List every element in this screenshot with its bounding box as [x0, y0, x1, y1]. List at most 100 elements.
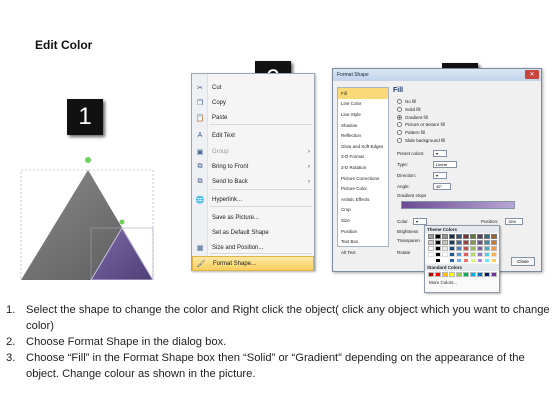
- fill-option-radio[interactable]: Pattern fill: [397, 130, 425, 136]
- category-item[interactable]: Line Style: [338, 109, 388, 120]
- menu-item-edit-text[interactable]: A Edit Text: [192, 128, 314, 143]
- category-item[interactable]: Line Color: [338, 99, 388, 110]
- color-swatch[interactable]: [477, 258, 483, 263]
- color-swatch[interactable]: [491, 272, 497, 277]
- color-swatch[interactable]: [477, 252, 483, 257]
- radio-icon[interactable]: [397, 114, 402, 120]
- more-colors-link[interactable]: More Colors...: [425, 280, 499, 285]
- preset-colors-dropdown[interactable]: ▾: [433, 150, 447, 157]
- radio-icon[interactable]: [397, 130, 402, 136]
- menu-item-bring-to-front[interactable]: ⧉ Bring to Front ›: [192, 159, 314, 174]
- fill-option-radio[interactable]: Solid fill: [397, 106, 421, 112]
- color-swatch[interactable]: [484, 258, 490, 263]
- position-input[interactable]: 15%: [505, 218, 523, 225]
- color-swatch[interactable]: [435, 252, 441, 257]
- color-swatch[interactable]: [477, 240, 483, 245]
- category-item[interactable]: Picture Color: [338, 183, 388, 194]
- color-swatch[interactable]: [442, 252, 448, 257]
- color-swatch[interactable]: [463, 252, 469, 257]
- color-swatch[interactable]: [428, 240, 434, 245]
- category-item[interactable]: Artistic Effects: [338, 194, 388, 205]
- color-swatch[interactable]: [449, 252, 455, 257]
- category-item[interactable]: Text Box: [338, 236, 388, 247]
- rotate-handle[interactable]: [85, 157, 91, 163]
- angle-input[interactable]: 45°: [433, 183, 451, 190]
- color-swatch[interactable]: [470, 252, 476, 257]
- category-item[interactable]: 3-D Rotation: [338, 162, 388, 173]
- color-swatch[interactable]: [435, 272, 441, 277]
- color-swatch[interactable]: [470, 258, 476, 263]
- radio-icon[interactable]: [397, 99, 402, 104]
- color-swatch[interactable]: [491, 258, 497, 263]
- triangle-shapes[interactable]: [20, 155, 156, 280]
- menu-item-format-shape[interactable]: 🖌 Format Shape...: [192, 256, 314, 271]
- category-item[interactable]: Size: [338, 215, 388, 226]
- fill-option-radio[interactable]: Slide background fill: [397, 138, 445, 143]
- category-item[interactable]: Fill: [338, 88, 388, 99]
- type-dropdown[interactable]: Linear: [433, 161, 457, 168]
- color-swatch[interactable]: [428, 246, 434, 251]
- color-swatch[interactable]: [470, 246, 476, 251]
- radio-icon[interactable]: [397, 138, 402, 143]
- color-swatch[interactable]: [449, 272, 455, 277]
- color-swatch[interactable]: [449, 234, 455, 239]
- color-swatch[interactable]: [463, 258, 469, 263]
- color-swatch[interactable]: [491, 240, 497, 245]
- color-swatch[interactable]: [456, 246, 462, 251]
- menu-item-paste[interactable]: 📋 Paste: [192, 110, 314, 125]
- color-swatch[interactable]: [428, 258, 434, 263]
- menu-item-hyperlink[interactable]: 🌐 Hyperlink...: [192, 192, 314, 207]
- menu-item-cut[interactable]: ✂ Cut: [192, 80, 314, 95]
- direction-dropdown[interactable]: ▾: [433, 172, 447, 179]
- rotate-handle-small[interactable]: [119, 219, 125, 225]
- category-item[interactable]: Reflection: [338, 130, 388, 141]
- menu-item-save-as-picture[interactable]: Save as Picture...: [192, 210, 314, 225]
- close-button[interactable]: Close: [511, 257, 535, 266]
- color-swatch[interactable]: [442, 234, 448, 239]
- color-swatch[interactable]: [477, 234, 483, 239]
- category-item[interactable]: Alt Text: [338, 247, 388, 258]
- close-icon[interactable]: ✕: [525, 70, 539, 79]
- color-swatch[interactable]: [456, 258, 462, 263]
- color-swatch[interactable]: [484, 234, 490, 239]
- color-swatch[interactable]: [491, 252, 497, 257]
- color-swatch[interactable]: [428, 272, 434, 277]
- category-item[interactable]: Crop: [338, 205, 388, 216]
- color-swatch[interactable]: [491, 246, 497, 251]
- color-swatch[interactable]: [477, 246, 483, 251]
- color-swatch[interactable]: [456, 272, 462, 277]
- color-swatch[interactable]: [470, 234, 476, 239]
- color-swatch[interactable]: [435, 240, 441, 245]
- menu-item-set-as-default-shape[interactable]: Set as Default Shape: [192, 225, 314, 240]
- color-swatch[interactable]: [428, 234, 434, 239]
- radio-icon[interactable]: [397, 106, 402, 112]
- color-swatch[interactable]: [470, 272, 476, 277]
- color-swatch[interactable]: [442, 246, 448, 251]
- color-swatch[interactable]: [463, 272, 469, 277]
- color-swatch[interactable]: [456, 240, 462, 245]
- color-swatch[interactable]: [442, 272, 448, 277]
- color-swatch[interactable]: [470, 240, 476, 245]
- color-swatch[interactable]: [435, 246, 441, 251]
- menu-item-copy[interactable]: ❐ Copy: [192, 95, 314, 110]
- color-swatch[interactable]: [484, 240, 490, 245]
- radio-icon[interactable]: [397, 122, 402, 128]
- color-swatch[interactable]: [442, 258, 448, 263]
- color-swatch[interactable]: [435, 234, 441, 239]
- color-swatch[interactable]: [463, 240, 469, 245]
- category-item[interactable]: Shadow: [338, 120, 388, 131]
- color-swatch[interactable]: [456, 234, 462, 239]
- category-item[interactable]: Glow and Soft Edges: [338, 141, 388, 152]
- fill-option-radio[interactable]: No fill: [397, 99, 416, 104]
- color-swatch[interactable]: [428, 252, 434, 257]
- color-swatch[interactable]: [484, 246, 490, 251]
- color-swatch[interactable]: [449, 246, 455, 251]
- menu-item-send-to-back[interactable]: ⧉ Send to Back ›: [192, 174, 314, 189]
- color-picker-button[interactable]: ▾: [413, 218, 427, 225]
- color-swatch[interactable]: [442, 240, 448, 245]
- color-swatch[interactable]: [484, 272, 490, 277]
- category-item[interactable]: Picture Corrections: [338, 173, 388, 184]
- fill-option-radio[interactable]: Picture or texture fill: [397, 122, 445, 128]
- color-swatch[interactable]: [463, 234, 469, 239]
- color-swatch[interactable]: [456, 252, 462, 257]
